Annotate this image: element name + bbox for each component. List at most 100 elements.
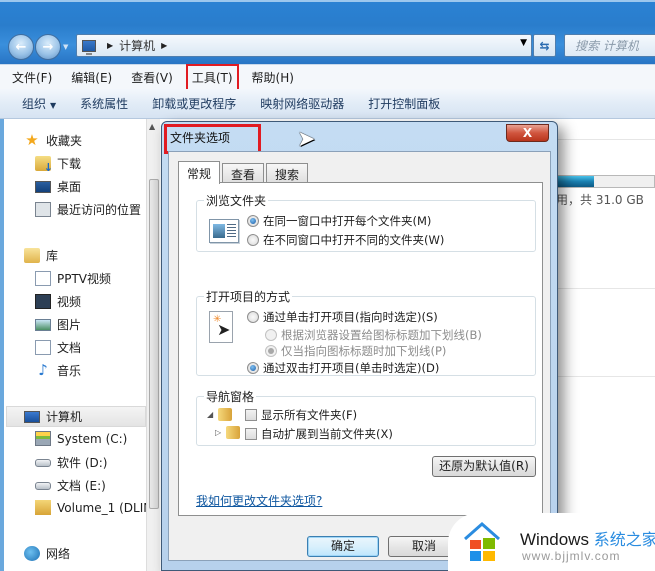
menu-file[interactable]: 文件(F)	[9, 67, 55, 88]
search-placeholder: 搜索 计算机	[575, 39, 639, 53]
computer-icon	[24, 410, 40, 423]
group-label: 打开项目的方式	[204, 288, 293, 305]
sidebar-item-documents[interactable]: 文档	[35, 339, 81, 356]
watermark-brand-cn: 系统之家	[593, 532, 655, 549]
sidebar-label: 最近访问的位置	[57, 203, 142, 217]
radio-single-click[interactable]: 通过单击打开项目(指向时选定)(S)	[247, 309, 438, 325]
folder-options-dialog: 文件夹选项 X 常规 查看 搜索 浏览文件夹 在同一窗口中打开每个文件夹(M) …	[161, 121, 558, 571]
search-input[interactable]: 搜索 计算机	[564, 34, 655, 57]
menu-view[interactable]: 查看(V)	[128, 67, 176, 88]
menu-help[interactable]: 帮助(H)	[249, 67, 297, 88]
tab-general[interactable]: 常规	[178, 161, 221, 184]
sidebar-label: 下载	[57, 157, 82, 171]
sidebar-item-recent-places[interactable]: 最近访问的位置	[35, 201, 141, 218]
menu-tools[interactable]: 工具(T)	[185, 63, 239, 91]
organize-button[interactable]: 组织 ▼	[22, 95, 56, 112]
close-button[interactable]: X	[506, 124, 549, 142]
breadcrumb-chevron-icon[interactable]: ▶	[107, 41, 113, 50]
help-link[interactable]: 我如何更改文件夹选项?	[196, 492, 322, 509]
restore-defaults-button[interactable]: 还原为默认值(R)	[432, 456, 536, 477]
tab-strip: 常规 查看 搜索	[178, 160, 310, 184]
pictures-icon	[35, 318, 51, 331]
address-dropdown-icon[interactable]: ▼	[520, 38, 527, 48]
browse-folders-group: 浏览文件夹 在同一窗口中打开每个文件夹(M) 在不同窗口中打开不同的文件夹(W)	[196, 192, 536, 252]
sidebar-label: Volume_1 (DLIN	[57, 500, 146, 515]
checkbox[interactable]	[245, 409, 257, 421]
watermark: Windows 系统之家 www.bjjmlv.com	[448, 513, 655, 571]
computer-icon	[82, 39, 96, 55]
scrollbar-thumb[interactable]	[149, 179, 159, 509]
sidebar-label: 文档	[57, 341, 82, 355]
system-properties-button[interactable]: 系统属性	[80, 95, 128, 112]
dialog-title: 文件夹选项	[170, 131, 231, 145]
radio-same-window[interactable]: 在同一窗口中打开每个文件夹(M)	[247, 213, 431, 229]
recent-places-icon	[35, 202, 51, 217]
sidebar-item-music[interactable]: ♪ 音乐	[35, 362, 81, 379]
radio-new-window[interactable]: 在不同窗口中打开不同的文件夹(W)	[247, 232, 444, 248]
tab-search[interactable]: 搜索	[266, 163, 309, 183]
music-note-icon: ♪	[38, 361, 48, 379]
breadcrumb-computer[interactable]: 计算机	[119, 37, 155, 54]
forward-button[interactable]: →	[35, 34, 61, 60]
checkbox-auto-expand[interactable]: 自动扩展到当前文件夹(X)	[245, 426, 393, 442]
radio-button[interactable]	[247, 362, 259, 374]
radio-button[interactable]	[247, 311, 259, 323]
navigation-pane-scrollbar[interactable]: ▲	[146, 119, 160, 571]
sidebar-item-drive-d[interactable]: 软件 (D:)	[35, 454, 107, 471]
content-divider	[556, 288, 655, 289]
map-network-drive-button[interactable]: 映射网络驱动器	[260, 95, 344, 112]
sidebar-item-videos[interactable]: 视频	[35, 293, 81, 310]
scroll-up-icon[interactable]: ▲	[149, 122, 155, 131]
nav-pane-tree-icon: ▷	[215, 426, 240, 439]
checkbox[interactable]	[245, 428, 257, 440]
address-bar[interactable]: ▶ 计算机 ▶ ▼	[76, 34, 532, 57]
radio-label: 仅当指向图标标题时加下划线(P)	[281, 344, 447, 358]
back-arrow-icon: ←	[15, 39, 27, 55]
single-click-icon: ✳ ➤	[209, 311, 233, 343]
dialog-body: 常规 查看 搜索 浏览文件夹 在同一窗口中打开每个文件夹(M) 在不同窗口中打开…	[168, 151, 551, 561]
recent-pages-dropdown[interactable]: ▼	[63, 43, 71, 53]
uninstall-program-button[interactable]: 卸载或更改程序	[152, 95, 236, 112]
back-button[interactable]: ←	[8, 34, 34, 60]
mouse-cursor-icon: ➤	[297, 127, 316, 152]
click-items-group: 打开项目的方式 ✳ ➤ 通过单击打开项目(指向时选定)(S) 根据浏览器设置给图标…	[196, 288, 536, 376]
sidebar-item-drive-e[interactable]: 文档 (E:)	[35, 477, 106, 494]
sidebar-item-pictures[interactable]: 图片	[35, 316, 81, 333]
sidebar-label: 网络	[46, 547, 71, 561]
sidebar-item-network-volume[interactable]: Volume_1 (DLIN	[35, 500, 146, 515]
sidebar-label: 收藏夹	[46, 134, 83, 148]
breadcrumb-chevron-icon[interactable]: ▶	[161, 41, 167, 50]
radio-button[interactable]	[247, 234, 259, 246]
drive-space-text: 用，共 31.0 GB	[556, 193, 644, 207]
open-control-panel-button[interactable]: 打开控制面板	[368, 95, 440, 112]
sidebar-item-drive-c[interactable]: System (C:)	[35, 431, 127, 446]
ok-button[interactable]: 确定	[307, 536, 379, 557]
tab-panel-general: 浏览文件夹 在同一窗口中打开每个文件夹(M) 在不同窗口中打开不同的文件夹(W)…	[178, 182, 543, 516]
sidebar-item-desktop[interactable]: 桌面	[35, 178, 81, 195]
sidebar-item-favorites[interactable]: ★ 收藏夹	[24, 132, 82, 149]
sidebar-item-computer[interactable]: 计算机	[6, 406, 146, 427]
menu-bar: 文件(F) 编辑(E) 查看(V) 工具(T) 帮助(H)	[0, 63, 655, 91]
library-document-icon	[35, 271, 51, 286]
radio-button	[265, 329, 277, 341]
radio-label: 通过单击打开项目(指向时选定)(S)	[263, 310, 438, 324]
forward-arrow-icon: →	[42, 39, 54, 55]
sidebar-label: 音乐	[57, 364, 82, 378]
checkbox-show-all-folders[interactable]: 显示所有文件夹(F)	[245, 407, 357, 423]
sidebar-item-downloads[interactable]: 下载	[35, 155, 82, 174]
nav-pane-tree-icon: ◢	[207, 408, 232, 421]
folder-icon	[226, 426, 240, 439]
sidebar-item-network[interactable]: 网络	[24, 545, 70, 562]
radio-double-click[interactable]: 通过双击打开项目(单击时选定)(D)	[247, 360, 439, 376]
sidebar-item-pptv-video[interactable]: PPTV视频	[35, 270, 111, 287]
drive-usage-bar	[556, 175, 655, 188]
refresh-icon: ⇆	[539, 38, 550, 53]
sidebar-item-libraries[interactable]: 库	[24, 247, 58, 264]
tab-view[interactable]: 查看	[222, 163, 265, 183]
refresh-button[interactable]: ⇆	[533, 34, 556, 57]
sidebar-label: System (C:)	[57, 431, 128, 446]
windows-house-logo-icon	[464, 521, 500, 561]
radio-button[interactable]	[247, 215, 259, 227]
drive-usage-fill	[557, 176, 594, 187]
menu-edit[interactable]: 编辑(E)	[68, 67, 115, 88]
